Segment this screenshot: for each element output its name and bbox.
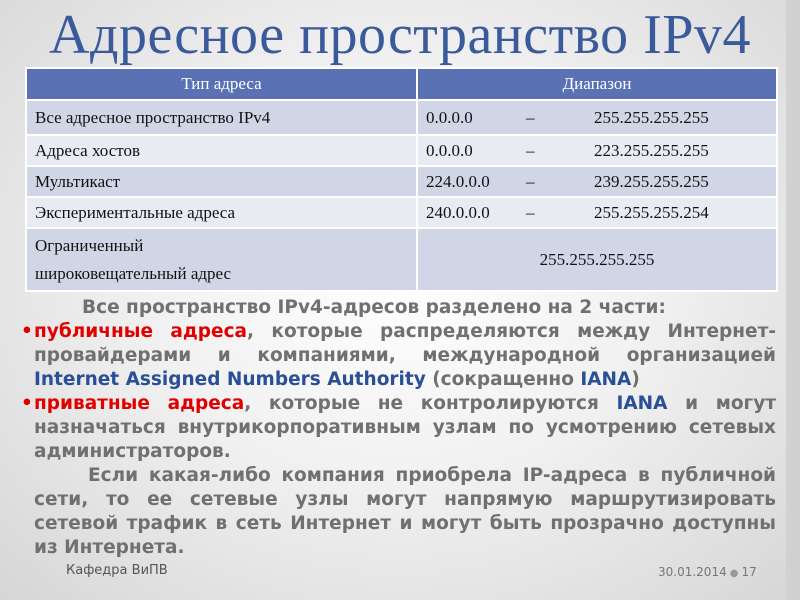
- page-number: 17: [741, 565, 757, 579]
- highlight-public-addresses: публичные адреса: [34, 321, 248, 342]
- address-type-line: широковещательный адрес: [35, 263, 232, 283]
- range-end: 255.255.255.254: [594, 202, 709, 222]
- range-cell: 240.0.0.0 – 255.255.255.254: [416, 196, 778, 229]
- range-cell: 224.0.0.0 – 239.255.255.255: [416, 165, 778, 198]
- slide-body: Все пространство IPv4-адресов разделено …: [21, 296, 776, 560]
- range-dash: –: [526, 107, 535, 127]
- range-end: 223.255.255.255: [594, 140, 709, 160]
- bullet-text: (сокращенно: [425, 369, 581, 390]
- table-row: Экспериментальные адреса 240.0.0.0 – 255…: [25, 196, 778, 229]
- address-type-cell: Ограниченный широковещательный адрес: [25, 227, 418, 292]
- table-row: Мультикаст 224.0.0.0 – 239.255.255.255: [25, 165, 778, 198]
- footer-date: 30.01.2014: [658, 565, 727, 579]
- footer-meta: 30.01.2014 ● 17: [658, 565, 757, 579]
- term-iana-abbr: IANA: [580, 369, 632, 390]
- slide-title: Адресное пространство IPv4: [49, 4, 751, 66]
- range-cell: 255.255.255.255: [416, 227, 778, 292]
- range-dash: –: [526, 140, 535, 160]
- footer-separator-icon: ●: [729, 568, 739, 579]
- right-edge-strip: [786, 0, 800, 600]
- table-header-row: Тип адреса Диапазон: [25, 67, 778, 101]
- address-type-line: Ограниченный: [35, 235, 144, 255]
- range-start: 224.0.0.0: [426, 171, 490, 191]
- range-start: 0.0.0.0: [426, 107, 473, 127]
- table-row: Адреса хостов 0.0.0.0 – 223.255.255.255: [25, 134, 778, 167]
- bullet-public: • публичные адреса, которые распределяютс…: [21, 320, 776, 392]
- address-type-cell: Все адресное пространство IPv4: [25, 99, 418, 136]
- range-end: 255.255.255.255: [594, 107, 709, 127]
- address-type-cell: Экспериментальные адреса: [25, 196, 418, 229]
- header-range: Диапазон: [416, 67, 778, 101]
- range-dash: –: [526, 202, 535, 222]
- bullet-text: ): [631, 369, 640, 390]
- bullet-private: • приватные адреса, которые не контролиру…: [21, 392, 776, 464]
- range-dash: –: [526, 171, 535, 191]
- range-start: 0.0.0.0: [426, 140, 473, 160]
- header-address-type: Тип адреса: [25, 67, 418, 101]
- address-type-cell: Мультикаст: [25, 165, 418, 198]
- footer-department: Кафедра ВиПВ: [66, 563, 168, 578]
- range-cell: 0.0.0.0 – 223.255.255.255: [416, 134, 778, 167]
- highlight-private-addresses: приватные адреса: [34, 393, 245, 414]
- range-cell: 0.0.0.0 – 255.255.255.255: [416, 99, 778, 136]
- range-end: 239.255.255.255: [594, 171, 709, 191]
- bullet-text: , которые не контролируются: [244, 393, 617, 414]
- term-iana-abbr: IANA: [616, 393, 668, 414]
- table-row: Все адресное пространство IPv4 0.0.0.0 –…: [25, 99, 778, 136]
- term-iana-full: Internet Assigned Numbers Authority: [34, 369, 426, 390]
- bullet-icon: •: [21, 393, 33, 414]
- closing-paragraph: Если какая-либо компания приобрела IP-ад…: [34, 465, 776, 558]
- bullet-icon: •: [21, 321, 33, 342]
- address-type-cell: Адреса хостов: [25, 134, 418, 167]
- table-row: Ограниченный широковещательный адрес 255…: [25, 227, 778, 292]
- range-start: 240.0.0.0: [426, 202, 490, 222]
- address-range-table: Тип адреса Диапазон Все адресное простра…: [25, 67, 778, 292]
- intro-paragraph: Все пространство IPv4-адресов разделено …: [82, 297, 666, 318]
